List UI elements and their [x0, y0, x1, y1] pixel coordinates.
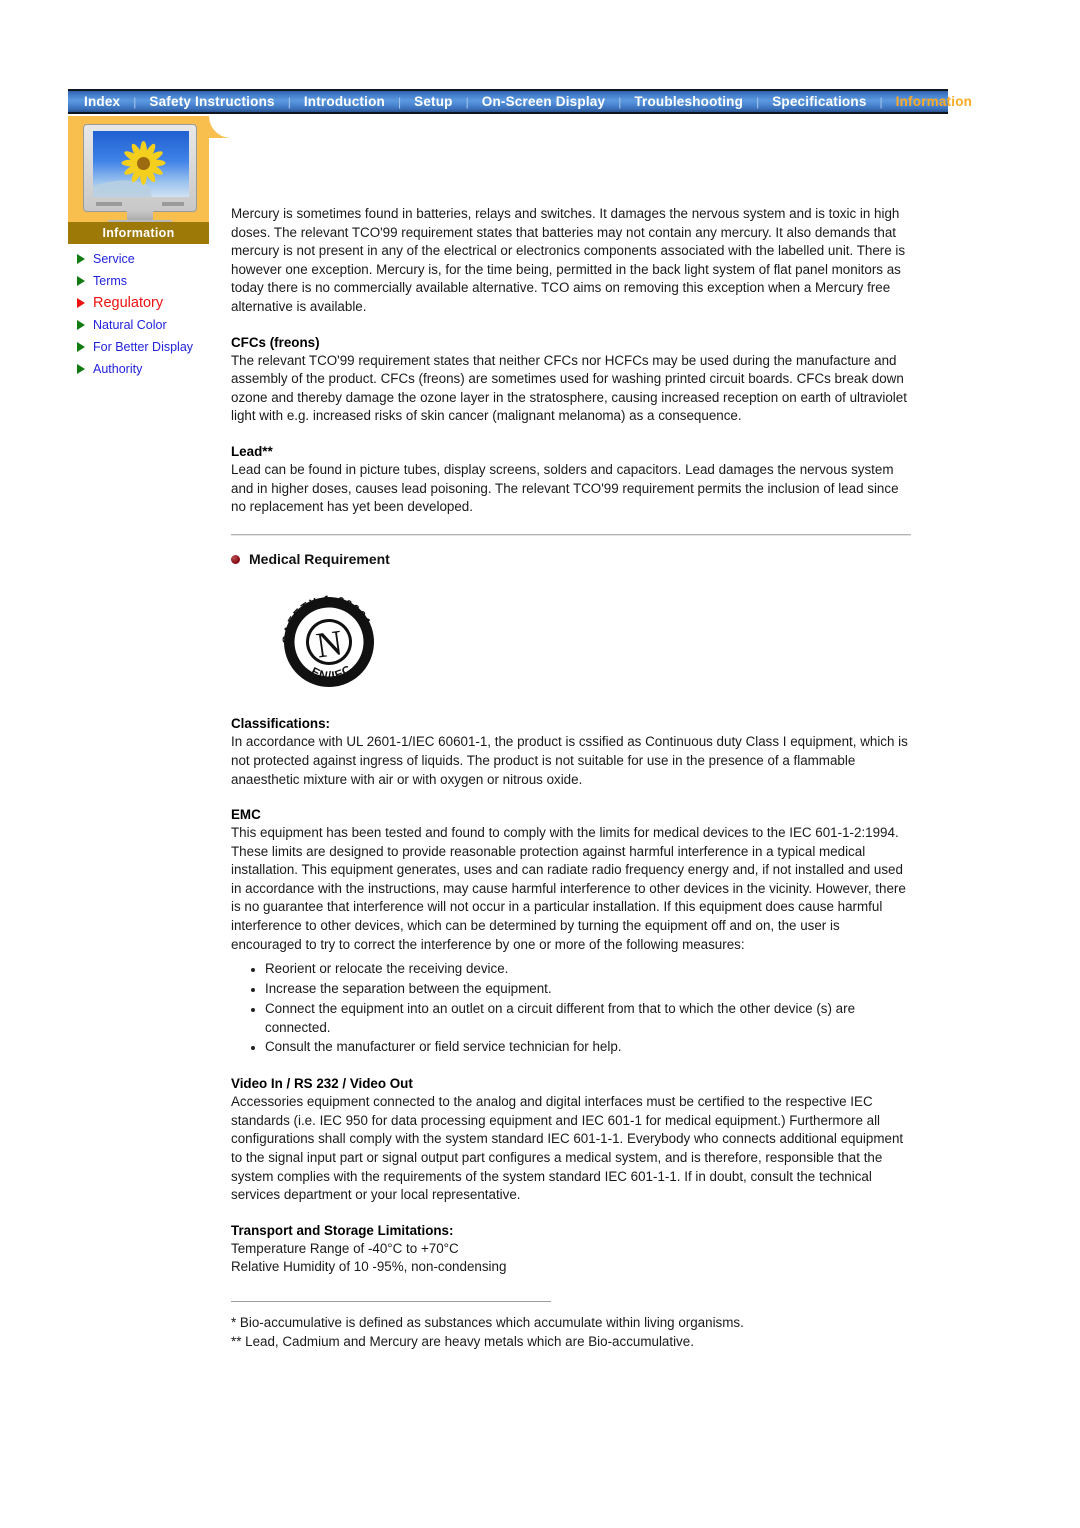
nav-separator: | — [879, 94, 883, 109]
emc-paragraph: This equipment has been tested and found… — [231, 825, 906, 952]
medical-requirement-title: Medical Requirement — [249, 550, 390, 567]
sunflower-graphic — [119, 139, 167, 187]
list-item: Connect the equipment into an outlet on … — [251, 1000, 911, 1038]
footnote-one: * Bio-accumulative is defined as substan… — [231, 1314, 744, 1330]
footnote-two: ** Lead, Cadmium and Mercury are heavy m… — [231, 1333, 694, 1349]
nav-separator: | — [133, 94, 137, 109]
sunflower-core — [137, 157, 150, 170]
section-divider — [231, 533, 911, 536]
nav-item-troubleshooting[interactable]: Troubleshooting — [630, 94, 747, 109]
monitor-brand-right — [162, 202, 184, 206]
sidebar-item-label: Regulatory — [93, 295, 164, 311]
main-content: Mercury is sometimes found in batteries,… — [231, 205, 911, 1351]
sidebar-item-authority[interactable]: Authority — [68, 358, 238, 380]
nav-separator: | — [618, 94, 622, 109]
safety-certification-seal-icon: N SAFETY 1-60901 EN/IEC — [275, 589, 381, 692]
sidebar-item-label: For Better Display — [93, 340, 194, 354]
nav-separator: | — [397, 94, 402, 109]
svg-text:N: N — [314, 623, 345, 666]
nav-item-introduction[interactable]: Introduction — [300, 94, 389, 109]
mercury-paragraph: Mercury is sometimes found in batteries,… — [231, 206, 906, 314]
transport-heading: Transport and Storage Limitations: — [231, 1222, 454, 1238]
sidebar-item-label: Terms — [93, 274, 128, 288]
nav-separator: | — [756, 94, 760, 109]
triangle-arrow-icon — [77, 276, 85, 286]
lead-heading: Lead** — [231, 443, 273, 459]
sidebar-item-natural-color[interactable]: Natural Color — [68, 314, 238, 336]
sidebar-menu: Service Terms Regulatory Natural Color For B… — [68, 248, 238, 380]
measures-list: Reorient or relocate the receiving devic… — [231, 960, 911, 1057]
triangle-arrow-icon — [77, 364, 85, 374]
video-paragraph: Accessories equipment connected to the a… — [231, 1094, 904, 1203]
transport-humidity: Relative Humidity of 10 -95%, non-conden… — [231, 1259, 507, 1275]
list-item: Reorient or relocate the receiving devic… — [251, 960, 911, 979]
red-dot-bullet-icon — [231, 554, 240, 564]
triangle-arrow-icon — [77, 298, 85, 308]
nav-item-on-screen-display[interactable]: On-Screen Display — [478, 94, 609, 109]
sidebar-caption-label: Information — [102, 226, 175, 240]
video-heading: Video In / RS 232 / Video Out — [231, 1076, 413, 1092]
sidebar-item-terms[interactable]: Terms — [68, 270, 238, 292]
monitor-bezel — [83, 124, 197, 212]
sidebar-caption-band: Information — [68, 222, 209, 244]
transport-temperature: Temperature Range of -40°C to +70°C — [231, 1240, 459, 1256]
monitor-screen — [93, 131, 189, 197]
nav-item-safety-instructions[interactable]: Safety Instructions — [145, 94, 278, 109]
nav-item-information[interactable]: Information — [892, 94, 976, 109]
sidebar-item-label: Natural Color — [93, 318, 167, 332]
sidebar-item-service[interactable]: Service — [68, 248, 238, 270]
classifications-heading: Classifications: — [231, 716, 330, 732]
medical-requirement-header: Medical Requirement — [231, 550, 911, 569]
sidebar-item-label: Authority — [93, 362, 143, 376]
footnote-divider — [231, 1300, 551, 1302]
top-navigation-bar: Index | Safety Instructions | Introduction | S… — [68, 89, 972, 114]
nav-item-index[interactable]: Index — [80, 94, 124, 109]
list-item: Consult the manufacturer or field servic… — [251, 1038, 911, 1057]
monitor-sunflower-icon — [79, 124, 201, 236]
nav-separator: | — [465, 94, 469, 109]
sidebar-item-for-better-display[interactable]: For Better Display — [68, 336, 238, 358]
triangle-arrow-icon — [77, 320, 85, 330]
sidebar-notch-decoration — [209, 116, 231, 244]
classifications-paragraph: In accordance with UL 2601-1/IEC 60601-1… — [231, 734, 908, 787]
emc-heading: EMC — [231, 807, 261, 823]
monitor-brand-left — [96, 202, 122, 206]
cfcs-heading: CFCs (freons) — [231, 334, 320, 350]
cfcs-paragraph: The relevant TCO'99 requirement states t… — [231, 352, 907, 424]
list-item: Increase the separation between the equi… — [251, 980, 911, 999]
sidebar-item-label: Service — [93, 252, 135, 266]
nav-item-setup[interactable]: Setup — [410, 94, 457, 109]
nav-item-specifications[interactable]: Specifications — [768, 94, 870, 109]
nav-separator: | — [287, 94, 291, 109]
sidebar-item-regulatory[interactable]: Regulatory — [68, 292, 238, 314]
lead-paragraph: Lead can be found in picture tubes, disp… — [231, 461, 899, 515]
triangle-arrow-icon — [77, 254, 85, 264]
triangle-arrow-icon — [77, 342, 85, 352]
